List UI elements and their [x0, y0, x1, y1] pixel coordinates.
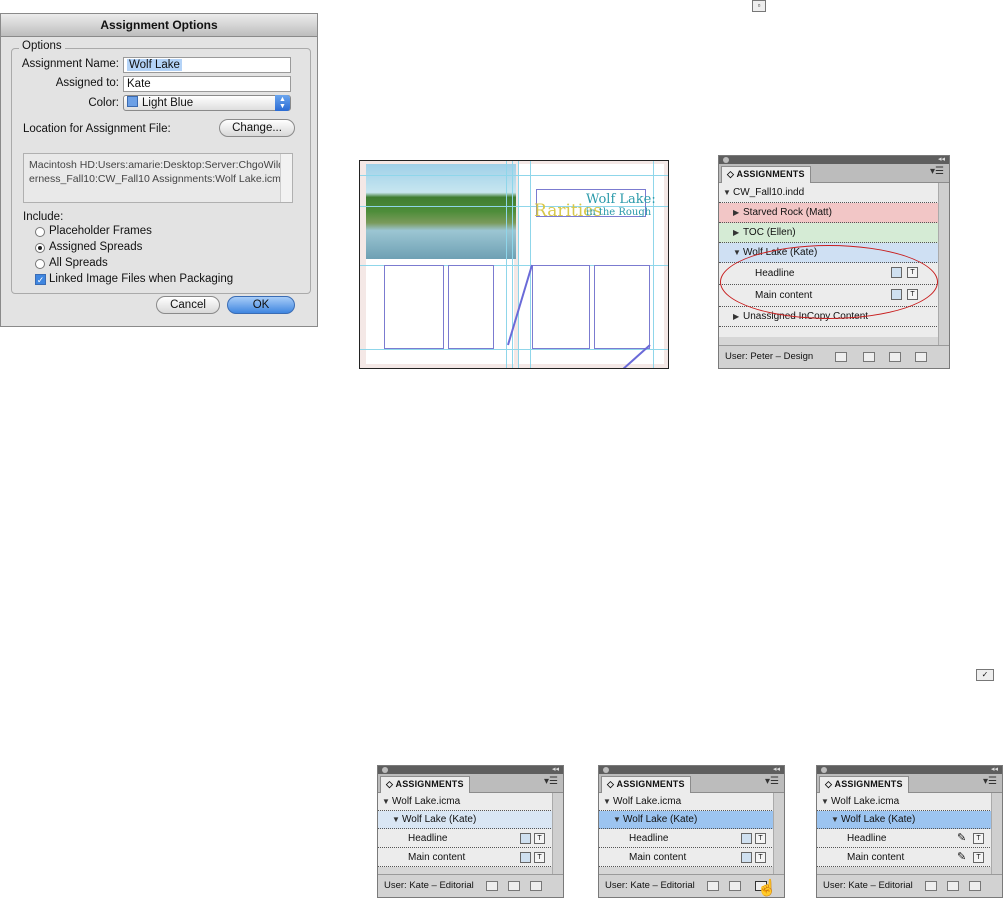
- list-item[interactable]: Headline T: [378, 829, 553, 848]
- update-icon[interactable]: [729, 881, 741, 891]
- checkin-icon: ✓: [976, 669, 994, 681]
- pencil-icon: ✎: [957, 832, 967, 844]
- assigned-to-label: Assigned to:: [55, 77, 119, 89]
- color-swatch: [127, 96, 138, 107]
- update-icon[interactable]: [508, 881, 520, 891]
- cancel-button[interactable]: Cancel: [156, 296, 220, 314]
- assigned-to-field[interactable]: Kate: [123, 76, 291, 92]
- checkout-icon[interactable]: [486, 881, 498, 891]
- list-item-selected[interactable]: ▼ Wolf Lake (Kate): [599, 811, 774, 829]
- collapsed-triangle-icon: ▶: [733, 228, 740, 237]
- pencil-icon: ✎: [957, 851, 967, 863]
- list-item[interactable]: ▼ Wolf Lake.icma: [599, 793, 774, 811]
- tab-assignments[interactable]: ◇ ASSIGNMENTS: [380, 776, 470, 793]
- headline-subtitle: in the Rough: [586, 207, 652, 218]
- list-item[interactable]: Main content T: [378, 848, 553, 867]
- highlight-oval: [720, 245, 938, 319]
- headline-wolf-lake: Wolf Lake:: [586, 192, 656, 207]
- location-label: Location for Assignment File:: [23, 123, 171, 135]
- dialog-title: Assignment Options: [1, 14, 317, 37]
- assignments-panel-1: ◂◂ ◇ ASSIGNMENTS ▾☰ ▼ Wolf Lake.icma ▼ Wolf…: [377, 765, 564, 898]
- list-item-selected[interactable]: ▼ Wolf Lake (Kate): [817, 811, 992, 829]
- path-text: Macintosh HD:Users:amarie:Desktop:Server…: [29, 159, 287, 185]
- assignment-file-path: Macintosh HD:Users:amarie:Desktop:Server…: [23, 153, 293, 203]
- panel-menu-icon[interactable]: ▾☰: [930, 166, 944, 177]
- pointer-hand-icon: ☝: [757, 880, 777, 897]
- new-assignment-icon[interactable]: [889, 352, 901, 362]
- tab-assignments[interactable]: ◇ ASSIGNMENTS: [721, 166, 811, 183]
- chevron-updown-icon: ▲ ▼: [275, 95, 290, 111]
- collapsed-triangle-icon: ▶: [733, 208, 740, 217]
- checkin-icon[interactable]: [969, 881, 981, 891]
- include-label: Include:: [23, 211, 64, 223]
- update-icon[interactable]: [947, 881, 959, 891]
- panel-status-bar: User: Kate – Editorial: [378, 874, 563, 897]
- all-spreads-label: All Spreads: [49, 257, 108, 269]
- assignment-name-label: Assignment Name:: [21, 58, 119, 70]
- list-item[interactable]: Headline ✎ T: [817, 829, 992, 848]
- list-item[interactable]: Headline T: [599, 829, 774, 848]
- new-assignment-icon: ▫: [752, 0, 766, 12]
- radio-assigned-spreads[interactable]: [35, 243, 45, 253]
- radio-placeholder-frames[interactable]: [35, 227, 45, 237]
- assignment-name-field[interactable]: Wolf Lake: [123, 57, 291, 73]
- assignment-options-dialog: Assignment Options Options Assignment Na…: [0, 13, 318, 327]
- list-item[interactable]: Main content T: [599, 848, 774, 867]
- collapse-icon[interactable]: ◂◂: [552, 766, 559, 773]
- path-scrollbar[interactable]: [280, 154, 292, 202]
- document-spread: Rarities Wolf Lake: in the Rough: [359, 160, 669, 369]
- list-item[interactable]: ▼ Wolf Lake.icma: [378, 793, 553, 811]
- list-item[interactable]: ▼ Wolf Lake (Kate): [378, 811, 553, 829]
- collapsed-triangle-icon: ▶: [733, 312, 740, 321]
- change-button[interactable]: Change...: [219, 119, 295, 137]
- list-item[interactable]: ▶ TOC (Ellen): [719, 223, 939, 243]
- panel-scrollbar[interactable]: [938, 183, 949, 346]
- panel-status-bar: User: Peter – Design: [719, 345, 949, 368]
- placeholder-frames-label: Placeholder Frames: [49, 225, 152, 237]
- update-icon[interactable]: [835, 352, 847, 362]
- options-legend: Options: [19, 40, 65, 52]
- tab-assignments[interactable]: ◇ ASSIGNMENTS: [819, 776, 909, 793]
- list-item[interactable]: ▼ CW_Fall10.indd: [719, 183, 939, 203]
- panel-menu-icon[interactable]: ▾☰: [544, 776, 558, 787]
- user-label: User: Peter – Design: [725, 351, 814, 362]
- list-item[interactable]: Main content ✎ T: [817, 848, 992, 867]
- close-icon[interactable]: [382, 767, 388, 773]
- close-icon[interactable]: [723, 157, 729, 163]
- tab-assignments[interactable]: ◇ ASSIGNMENTS: [601, 776, 691, 793]
- ok-button[interactable]: OK: [227, 296, 295, 314]
- expanded-triangle-icon: ▼: [723, 188, 731, 197]
- checkout-icon[interactable]: [925, 881, 937, 891]
- checkout-icon[interactable]: [707, 881, 719, 891]
- color-label: Color:: [88, 97, 119, 109]
- list-item[interactable]: ▶ Starved Rock (Matt): [719, 203, 939, 223]
- trash-icon[interactable]: [915, 352, 927, 362]
- assigned-spreads-label: Assigned Spreads: [49, 241, 143, 253]
- user-icon[interactable]: [863, 352, 875, 362]
- color-value: Light Blue: [142, 97, 194, 109]
- linked-images-label: Linked Image Files when Packaging: [49, 273, 234, 285]
- assignments-panel-3: ◂◂ ◇ ASSIGNMENTS ▾☰ ▼ Wolf Lake.icma ▼ Wolf…: [816, 765, 1003, 898]
- color-dropdown[interactable]: Light Blue ▲ ▼: [123, 95, 291, 111]
- assignment-name-value: Wolf Lake: [127, 59, 182, 71]
- list-item[interactable]: ▼ Wolf Lake.icma: [817, 793, 992, 811]
- panel-status-bar: User: Kate – Editorial: [817, 874, 1002, 897]
- checkin-icon[interactable]: [530, 881, 542, 891]
- linked-images-checkbox[interactable]: ✓: [35, 274, 46, 285]
- radio-all-spreads[interactable]: [35, 259, 45, 269]
- collapse-icon[interactable]: ◂◂: [938, 156, 945, 163]
